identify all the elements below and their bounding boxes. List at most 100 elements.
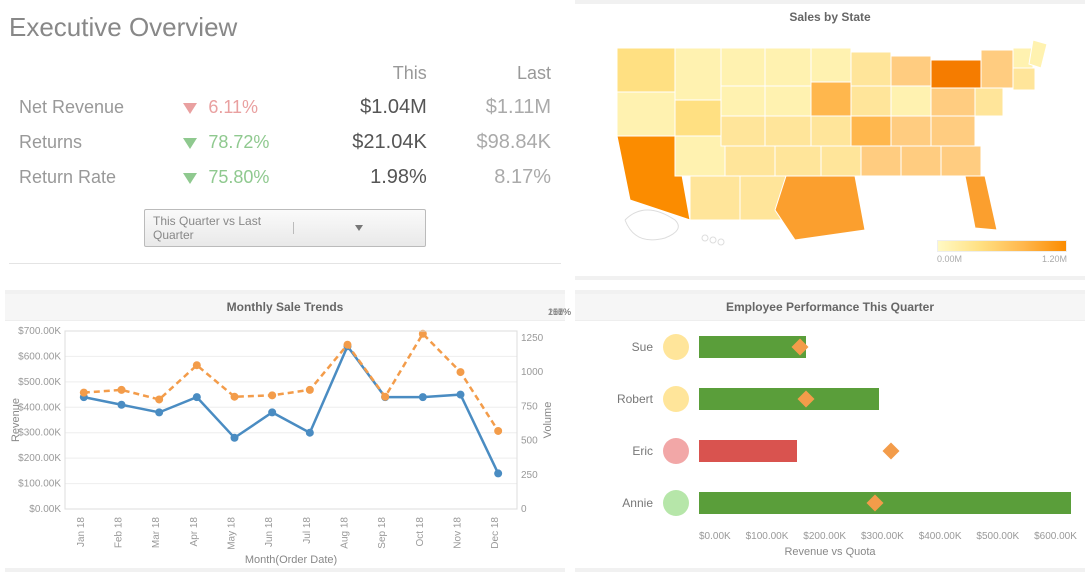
- svg-text:1000: 1000: [521, 367, 544, 378]
- kpi-this: 1.98%: [313, 160, 437, 195]
- state-ok: [775, 146, 821, 176]
- state-id: [675, 100, 721, 136]
- employee-bar: [699, 336, 806, 358]
- state-in: [851, 86, 891, 116]
- svg-text:Jul 18: Jul 18: [302, 517, 313, 544]
- page-title: Executive Overview: [9, 12, 561, 43]
- kpi-table: This Last Net Revenue 6.11% $1.04M $1.11…: [9, 57, 561, 195]
- period-selector-value: This Quarter vs Last Quarter: [145, 210, 293, 246]
- kpi-change: 75.80%: [173, 160, 312, 195]
- svg-text:Jan 18: Jan 18: [76, 517, 87, 547]
- state-me: [1029, 40, 1047, 68]
- state-sd: [721, 86, 765, 116]
- axis-tick: $200.00K: [803, 531, 846, 542]
- state-ky: [851, 116, 891, 146]
- svg-text:Jun 18: Jun 18: [264, 517, 275, 547]
- employee-pct: 210%: [535, 307, 571, 317]
- card-title: Sales by State: [575, 4, 1085, 30]
- state-wv: [891, 86, 931, 116]
- period-selector[interactable]: This Quarter vs Last Quarter: [144, 209, 426, 247]
- kpi-this: $21.04K: [313, 125, 437, 160]
- svg-text:750: 750: [521, 401, 538, 412]
- kpi-change: 78.72%: [173, 125, 312, 160]
- svg-text:Oct 18: Oct 18: [415, 517, 426, 547]
- state-ar: [821, 146, 861, 176]
- map-legend-min: 0.00M: [937, 254, 962, 264]
- employee-bar: [699, 440, 797, 462]
- state-az: [690, 176, 740, 220]
- state-ms: [861, 146, 901, 176]
- kpi-row: Returns 78.72% $21.04K $98.84K: [9, 125, 561, 160]
- state-tn: [891, 116, 931, 146]
- svg-text:Month(Order Date): Month(Order Date): [245, 554, 337, 566]
- svg-text:250: 250: [521, 470, 538, 481]
- state-nd: [721, 48, 765, 86]
- employee-status-dot: 210%: [663, 490, 689, 516]
- chevron-down-icon[interactable]: [293, 222, 426, 234]
- svg-text:Dec 18: Dec 18: [490, 517, 501, 549]
- svg-text:$400.00K: $400.00K: [18, 402, 61, 413]
- svg-text:$300.00K: $300.00K: [18, 428, 61, 439]
- state-ma: [1013, 68, 1035, 90]
- state-il: [811, 82, 851, 116]
- svg-text:Revenue: Revenue: [10, 398, 22, 442]
- state-al: [901, 146, 941, 176]
- map-legend-max: 1.20M: [1042, 254, 1067, 264]
- svg-text:500: 500: [521, 436, 538, 447]
- axis-tick: $100.00K: [746, 531, 789, 542]
- state-hi: [718, 239, 724, 245]
- state-md: [975, 88, 1003, 116]
- state-ks: [765, 116, 811, 146]
- svg-text:Aug 18: Aug 18: [340, 517, 351, 549]
- axis-tick: $400.00K: [919, 531, 962, 542]
- sales-by-state-card: Sales by State: [575, 0, 1085, 280]
- employee-bar: [699, 492, 1071, 514]
- state-wi: [811, 48, 851, 82]
- kpi-col-this: This: [313, 57, 437, 90]
- employee-chart-xlabel: Revenue vs Quota: [575, 546, 1085, 558]
- kpi-this: $1.04M: [313, 90, 437, 125]
- employee-track: [699, 440, 1077, 462]
- employee-track: [699, 336, 1077, 358]
- svg-text:Volume: Volume: [542, 402, 554, 439]
- kpi-row: Net Revenue 6.11% $1.04M $1.11M: [9, 90, 561, 125]
- employee-name: Sue: [583, 340, 663, 354]
- kpi-last: 8.17%: [437, 160, 561, 195]
- axis-tick: $600.00K: [1034, 531, 1077, 542]
- state-ga: [941, 146, 981, 176]
- svg-text:Nov 18: Nov 18: [453, 517, 464, 549]
- state-va: [931, 88, 975, 116]
- state-nc: [931, 116, 975, 146]
- employee-row: Annie210%: [575, 477, 1085, 529]
- card-title: Monthly Sale Trends: [5, 294, 565, 321]
- monthly-sale-trends-chart: $0.00K$100.00K$200.00K$300.00K$400.00K$5…: [5, 321, 563, 569]
- kpi-last: $1.11M: [437, 90, 561, 125]
- state-mo: [811, 116, 851, 146]
- state-wa: [617, 48, 675, 92]
- employee-name: Robert: [583, 392, 663, 406]
- state-mn: [765, 48, 811, 86]
- employee-status-dot: 168%: [663, 386, 689, 412]
- kpi-row: Return Rate 75.80% 1.98% 8.17%: [9, 160, 561, 195]
- svg-text:$700.00K: $700.00K: [18, 326, 61, 337]
- svg-text:May 18: May 18: [227, 517, 238, 550]
- monthly-sale-trends-card: Monthly Sale Trends $0.00K$100.00K$200.0…: [5, 290, 565, 572]
- axis-tick: $0.00K: [699, 531, 731, 542]
- svg-text:Apr 18: Apr 18: [189, 517, 200, 547]
- svg-text:$200.00K: $200.00K: [18, 453, 61, 464]
- state-ne: [721, 116, 765, 146]
- caret-down-icon: [183, 173, 197, 184]
- svg-text:$0.00K: $0.00K: [29, 504, 61, 515]
- svg-text:$600.00K: $600.00K: [18, 351, 61, 362]
- svg-text:Mar 18: Mar 18: [151, 517, 162, 549]
- svg-text:Feb 18: Feb 18: [114, 517, 125, 549]
- caret-down-icon: [183, 103, 197, 114]
- svg-text:0: 0: [521, 504, 527, 515]
- state-co: [725, 146, 775, 176]
- kpi-label: Net Revenue: [9, 90, 173, 125]
- employee-status-dot: 51%: [663, 438, 689, 464]
- kpi-label: Returns: [9, 125, 173, 160]
- state-oh: [891, 56, 931, 86]
- state-ia: [765, 86, 811, 116]
- employee-bar: [699, 388, 879, 410]
